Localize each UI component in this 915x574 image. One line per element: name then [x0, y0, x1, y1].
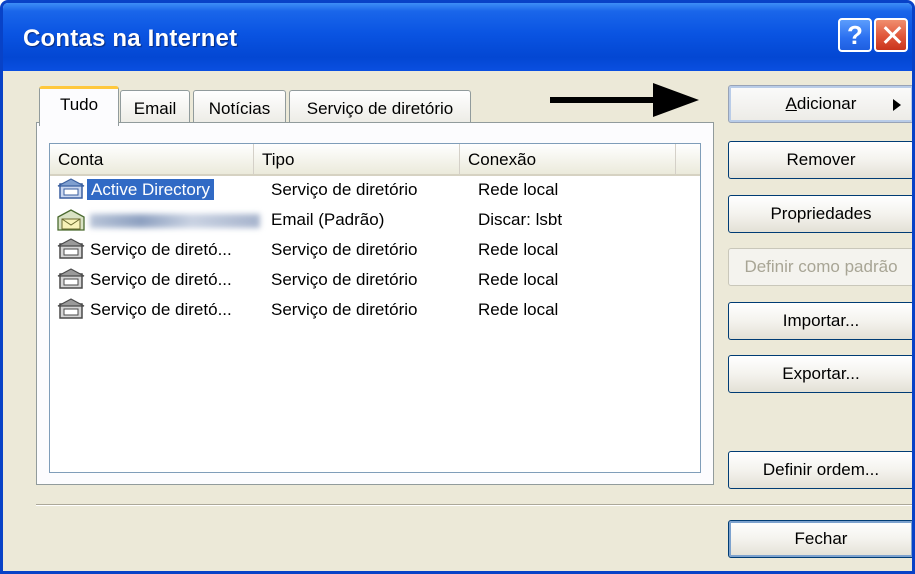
account-name: Active Directory — [87, 179, 215, 200]
internet-accounts-dialog: Contas na Internet ? Tudo Email Notícias… — [0, 0, 915, 574]
account-type: Serviço de diretório — [271, 240, 418, 259]
account-type: Email (Padrão) — [271, 210, 385, 229]
tab-panel: Conta Tipo Conexão Active Directory Serv… — [36, 122, 714, 485]
directory-service-icon — [57, 238, 85, 259]
tab-noticias-label: Notícias — [208, 99, 271, 118]
account-name: Serviço de diretó... — [90, 270, 232, 289]
title-bar[interactable]: Contas na Internet ? — [3, 3, 912, 71]
account-type: Serviço de diretório — [271, 270, 418, 289]
close-dialog-button[interactable]: Fechar — [728, 520, 912, 558]
list-item[interactable]: Serviço de diretó... Serviço de diretóri… — [50, 296, 700, 324]
tab-servico-de-diretorio-label: Serviço de diretório — [306, 99, 454, 118]
divider — [36, 504, 912, 506]
submenu-arrow-icon — [893, 99, 901, 111]
account-connection: Rede local — [478, 300, 559, 319]
list-item[interactable]: Active Directory Serviço de diretório Re… — [50, 176, 700, 204]
tab-tudo-label: Tudo — [59, 95, 99, 114]
window-title: Contas na Internet — [23, 25, 238, 52]
set-order-button[interactable]: Definir ordem... — [728, 451, 912, 489]
import-button[interactable]: Importar... — [728, 302, 912, 340]
column-header-conta[interactable]: Conta — [50, 144, 254, 174]
list-item[interactable]: Serviço de diretó... Serviço de diretóri… — [50, 236, 700, 264]
account-connection: Rede local — [478, 240, 559, 259]
column-header-tipo[interactable]: Tipo — [254, 144, 460, 174]
tab-servico-de-diretorio[interactable]: Serviço de diretório — [289, 90, 471, 124]
redacted-account-name — [90, 214, 260, 228]
add-button[interactable]: Adicionar — [728, 85, 912, 123]
account-connection: Rede local — [478, 180, 559, 199]
mail-account-icon — [57, 209, 85, 231]
add-button-label: Adicionar — [785, 94, 857, 113]
account-type: Serviço de diretório — [271, 180, 418, 199]
account-type: Serviço de diretório — [271, 300, 418, 319]
help-icon: ? — [847, 20, 863, 50]
account-name: Serviço de diretó... — [90, 240, 232, 259]
account-connection: Discar: lsbt — [478, 210, 563, 229]
export-button[interactable]: Exportar... — [728, 355, 912, 393]
list-item[interactable]: Serviço de diretó... Serviço de diretóri… — [50, 266, 700, 294]
help-button[interactable]: ? — [838, 18, 872, 52]
remove-button[interactable]: Remover — [728, 141, 912, 179]
properties-button[interactable]: Propriedades — [728, 195, 912, 233]
annotation-arrow-head — [653, 83, 699, 117]
set-default-button[interactable]: Definir como padrão — [728, 248, 912, 286]
account-name: Serviço de diretó... — [90, 300, 232, 319]
close-button[interactable] — [874, 18, 908, 52]
directory-service-icon — [57, 178, 85, 199]
annotation-arrow — [550, 97, 660, 103]
tab-tudo[interactable]: Tudo — [39, 86, 119, 126]
list-header: Conta Tipo Conexão — [50, 144, 700, 176]
tab-email[interactable]: Email — [120, 90, 190, 124]
accounts-list[interactable]: Conta Tipo Conexão Active Directory Serv… — [49, 143, 701, 473]
tab-email-label: Email — [133, 99, 177, 118]
account-connection: Rede local — [478, 270, 559, 289]
column-header-conexao[interactable]: Conexão — [460, 144, 676, 174]
directory-service-icon — [57, 268, 85, 289]
list-item[interactable]: Email (Padrão) Discar: lsbt — [50, 206, 700, 234]
tab-noticias[interactable]: Notícias — [193, 90, 286, 124]
directory-service-icon — [57, 298, 85, 319]
